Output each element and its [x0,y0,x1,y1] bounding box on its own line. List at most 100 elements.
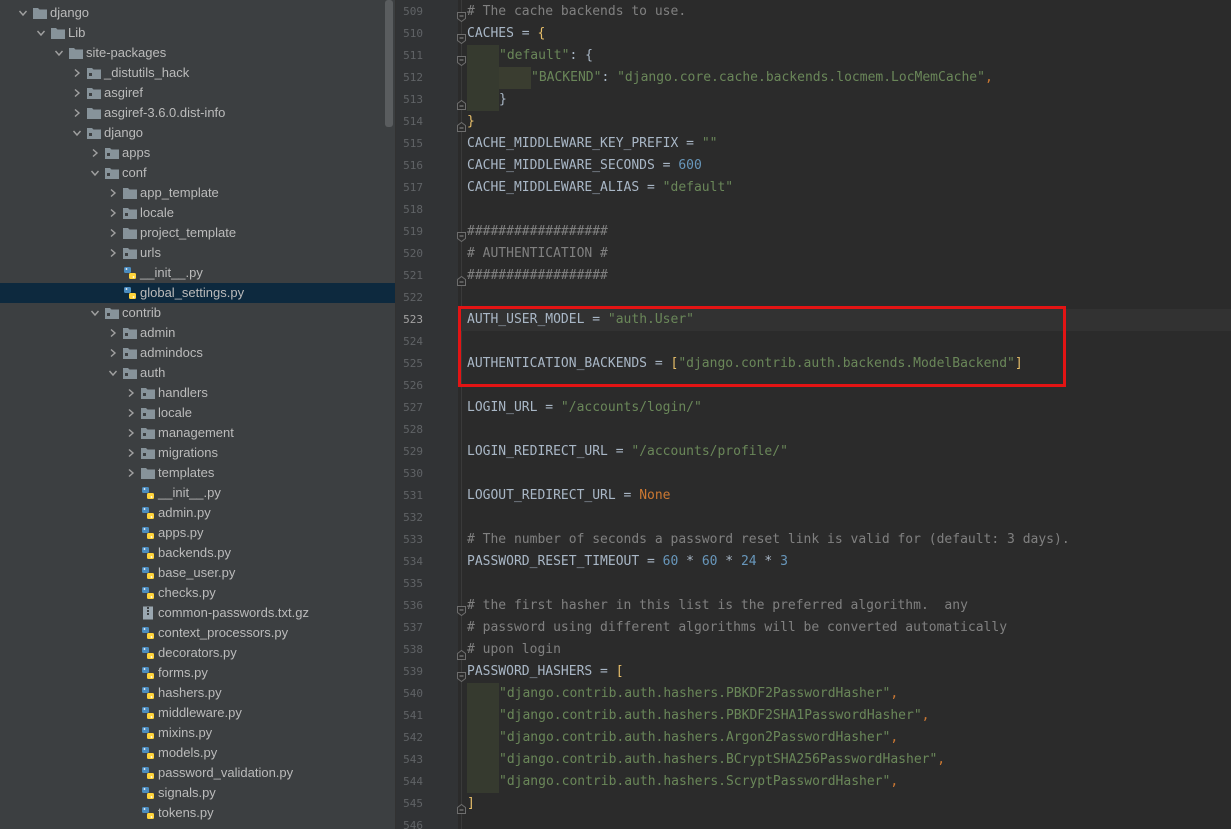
line-number[interactable]: 517 [396,177,423,199]
tree-item[interactable]: auth [0,363,395,383]
fold-collapse-icon[interactable] [457,29,466,45]
tree-item[interactable]: common-passwords.txt.gz [0,603,395,623]
tree-item[interactable]: tokens.py [0,803,395,823]
code-line[interactable]: 529 LOGIN_REDIRECT_URL = "/accounts/profi… [396,441,1231,463]
line-number[interactable]: 528 [396,419,423,441]
line-number[interactable]: 540 [396,683,423,705]
line-number[interactable]: 513 [396,89,423,111]
line-number[interactable]: 519 [396,221,423,243]
line-number[interactable]: 545 [396,793,423,815]
tree-item[interactable]: conf [0,163,395,183]
fold-collapse-icon[interactable] [457,667,466,683]
fold-end-icon[interactable] [457,95,466,110]
line-number[interactable]: 524 [396,331,423,353]
line-number[interactable]: 538 [396,639,423,661]
tree-item[interactable]: forms.py [0,663,395,683]
tree-item[interactable]: global_settings.py [0,283,395,303]
code-line[interactable]: 520 # AUTHENTICATION # [396,243,1231,265]
line-number[interactable]: 521 [396,265,423,287]
chevron-down-icon[interactable] [52,43,66,63]
line-number[interactable]: 525 [396,353,423,375]
chevron-right-icon[interactable] [124,443,138,463]
fold-collapse-icon[interactable] [457,51,466,67]
chevron-right-icon[interactable] [106,203,120,223]
code-line[interactable]: 532 [396,507,1231,529]
line-number[interactable]: 518 [396,199,423,221]
chevron-right-icon[interactable] [124,463,138,483]
chevron-right-icon[interactable] [88,143,102,163]
code-line[interactable]: 545] [396,793,1231,815]
tree-item[interactable]: contrib [0,303,395,323]
code-line[interactable]: 519 ################## [396,221,1231,243]
code-line[interactable]: 527 LOGIN_URL = "/accounts/login/" [396,397,1231,419]
chevron-down-icon[interactable] [88,303,102,323]
code-line[interactable]: 518 [396,199,1231,221]
code-line[interactable]: 541 "django.contrib.auth.hashers.PBKDF2SH… [396,705,1231,727]
tree-item[interactable]: apps.py [0,523,395,543]
tree-item[interactable]: checks.py [0,583,395,603]
chevron-right-icon[interactable] [70,103,84,123]
line-number[interactable]: 544 [396,771,423,793]
tree-item[interactable]: migrations [0,443,395,463]
line-number[interactable]: 542 [396,727,423,749]
code-line[interactable]: 535 [396,573,1231,595]
line-number[interactable]: 546 [396,815,423,829]
tree-item[interactable]: admin [0,323,395,343]
line-number[interactable]: 511 [396,45,423,67]
line-number[interactable]: 537 [396,617,423,639]
code-line[interactable]: 511 "default": { [396,45,1231,67]
tree-item[interactable]: password_validation.py [0,763,395,783]
line-number[interactable]: 522 [396,287,423,309]
chevron-right-icon[interactable] [106,243,120,263]
line-number[interactable]: 532 [396,507,423,529]
tree-item[interactable]: templates [0,463,395,483]
line-number[interactable]: 539 [396,661,423,683]
code-line[interactable]: 521 ################## [396,265,1231,287]
line-number[interactable]: 516 [396,155,423,177]
chevron-right-icon[interactable] [70,83,84,103]
code-line[interactable]: 516 CACHE_MIDDLEWARE_SECONDS = 600 [396,155,1231,177]
chevron-right-icon[interactable] [106,223,120,243]
chevron-right-icon[interactable] [124,403,138,423]
tree-item[interactable]: app_template [0,183,395,203]
tree-item[interactable]: site-packages [0,43,395,63]
chevron-right-icon[interactable] [124,423,138,443]
code-line[interactable]: 538 # upon login [396,639,1231,661]
fold-collapse-icon[interactable] [457,7,466,23]
code-line[interactable]: 537 # password using different algorithms… [396,617,1231,639]
code-line[interactable]: 546 [396,815,1231,829]
code-line[interactable]: 539 PASSWORD_HASHERS = [ [396,661,1231,683]
tree-item[interactable]: signals.py [0,783,395,803]
tree-item[interactable]: mixins.py [0,723,395,743]
line-number[interactable]: 543 [396,749,423,771]
tree-item[interactable]: asgiref [0,83,395,103]
tree-item[interactable]: django [0,3,395,23]
line-number[interactable]: 514 [396,111,423,133]
chevron-down-icon[interactable] [88,163,102,183]
code-line[interactable]: 531 LOGOUT_REDIRECT_URL = None [396,485,1231,507]
tree-item[interactable]: decorators.py [0,643,395,663]
tree-item[interactable]: context_processors.py [0,623,395,643]
tree-item[interactable]: backends.py [0,543,395,563]
line-number[interactable]: 520 [396,243,423,265]
line-number[interactable]: 541 [396,705,423,727]
tree-item[interactable]: locale [0,403,395,423]
code-line[interactable]: 510 CACHES = { [396,23,1231,45]
tree-item[interactable]: admin.py [0,503,395,523]
line-number[interactable]: 512 [396,67,423,89]
chevron-right-icon[interactable] [106,183,120,203]
tree-item[interactable]: __init__.py [0,483,395,503]
fold-end-icon[interactable] [457,117,466,132]
code-line[interactable]: 513} [396,89,1231,111]
tree-scrollbar-thumb[interactable] [385,0,393,127]
fold-collapse-icon[interactable] [457,227,466,243]
fold-end-icon[interactable] [457,271,466,286]
chevron-down-icon[interactable] [106,363,120,383]
tree-item[interactable]: _distutils_hack [0,63,395,83]
code-line[interactable]: 515 CACHE_MIDDLEWARE_KEY_PREFIX = "" [396,133,1231,155]
line-number[interactable]: 510 [396,23,423,45]
tree-item[interactable]: urls [0,243,395,263]
code-line[interactable]: 517 CACHE_MIDDLEWARE_ALIAS = "default" [396,177,1231,199]
code-line[interactable]: 514} [396,111,1231,133]
line-number[interactable]: 534 [396,551,423,573]
